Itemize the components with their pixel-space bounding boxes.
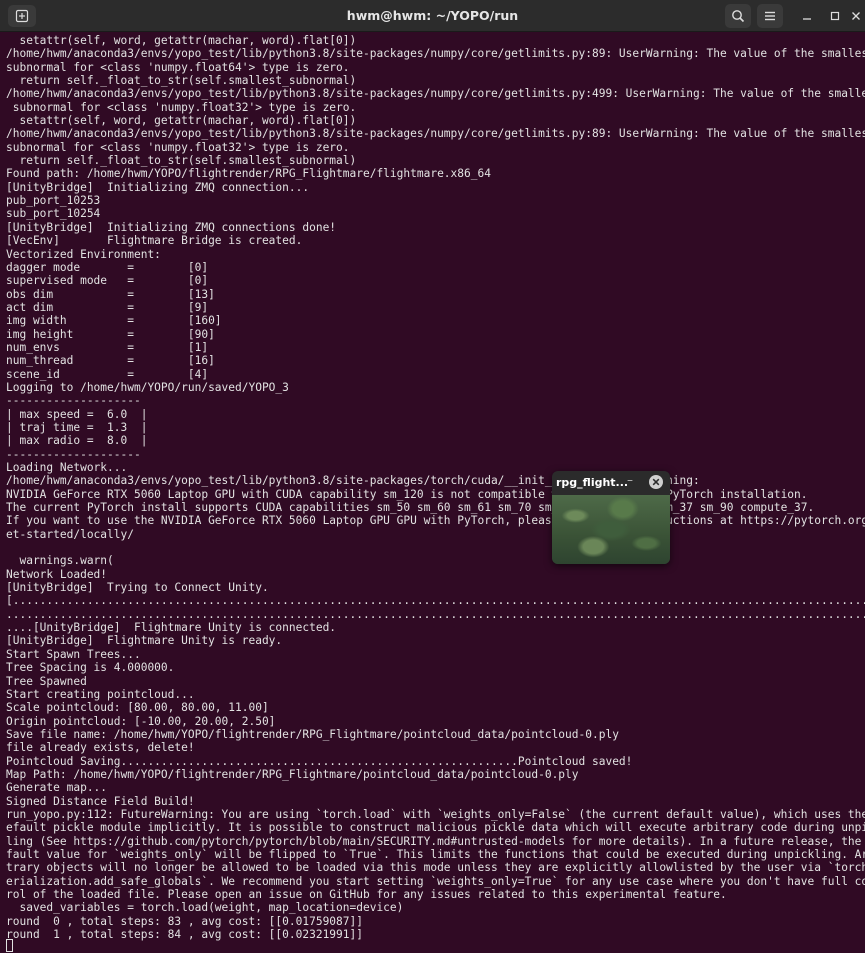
- terminal-line: | max radio = 8.0 |: [6, 434, 148, 448]
- terminal-line: Tree Spawned: [6, 674, 87, 688]
- terminal-line: file already exists, delete!: [6, 741, 195, 755]
- terminal-line: erialization.add_safe_globals`. We recom…: [6, 874, 865, 888]
- terminal-line: --------------------: [6, 394, 141, 408]
- close-button[interactable]: [848, 4, 864, 28]
- terminal-line: Signed Distance Field Build!: [6, 794, 195, 808]
- terminal-line: et-started/locally/: [6, 527, 134, 541]
- terminal-line: pub_port_10253: [6, 194, 101, 208]
- terminal-line: subnormal for <class 'numpy.float32'> ty…: [6, 100, 357, 114]
- terminal-line: ........................................…: [6, 607, 865, 621]
- window-preview-popup[interactable]: rpg_flight... –: [552, 471, 670, 564]
- window-thumbnail: [552, 495, 670, 564]
- terminal-line: rol of the loaded file. Please open an i…: [6, 888, 727, 901]
- terminal-line: | max speed = 6.0 |: [6, 407, 148, 421]
- terminal-line: Tree Spacing is 4.000000.: [6, 661, 175, 675]
- terminal-line: NVIDIA GeForce RTX 5060 Laptop GPU with …: [6, 487, 808, 501]
- window-titlebar: hwm@hwm: ~/YOPO/run: [0, 0, 865, 32]
- terminal-line: Scale pointcloud: [80.00, 80.00, 11.00]: [6, 701, 269, 715]
- terminal-line: ....[UnityBridge] Flightmare Unity is co…: [6, 621, 337, 635]
- terminal-line: trary objects will no longer be allowed …: [6, 861, 865, 875]
- new-tab-button[interactable]: [8, 5, 36, 27]
- terminal-line: Start creating pointcloud...: [6, 687, 195, 701]
- terminal-line: Generate map...: [6, 781, 108, 795]
- terminal-line: setattr(self, word, getattr(machar, word…: [6, 34, 357, 47]
- close-icon: [852, 12, 860, 20]
- menu-button[interactable]: [757, 4, 783, 28]
- terminal-line: efault pickle module implicitly. It is p…: [6, 821, 865, 835]
- terminal-line: img width = [160]: [6, 314, 222, 328]
- terminal-line: [UnityBridge] Trying to Connect Unity.: [6, 581, 269, 595]
- terminal-line: Vectorized Environment:: [6, 247, 161, 261]
- terminal-line: Loading Network...: [6, 461, 128, 474]
- terminal-line: /home/hwm/anaconda3/envs/yopo_test/lib/p…: [6, 87, 865, 101]
- terminal-line: subnormal for <class 'numpy.float64'> ty…: [6, 60, 350, 74]
- terminal-line: Network Loaded!: [6, 567, 108, 581]
- terminal-line: scene_id = [4]: [6, 367, 209, 381]
- popup-close-button[interactable]: [649, 475, 663, 489]
- terminal-line: warnings.warn(: [6, 554, 114, 568]
- terminal-line: [.......................................…: [6, 594, 865, 608]
- terminal-line: Found path: /home/hwm/YOPO/flightrender/…: [6, 167, 491, 181]
- maximize-button[interactable]: [822, 4, 848, 28]
- terminal-cursor: [6, 939, 13, 952]
- terminal-line: return self._float_to_str(self.smallest_…: [6, 154, 357, 168]
- terminal-line: round 1 , total steps: 84 , avg cost: [[…: [6, 928, 363, 942]
- terminal-line: Save file name: /home/hwm/YOPO/flightren…: [6, 727, 619, 741]
- terminal-line: /home/hwm/anaconda3/envs/yopo_test/lib/p…: [6, 474, 700, 488]
- terminal-line: Origin pointcloud: [-10.00, 20.00, 2.50]: [6, 714, 276, 728]
- terminal-line: | traj time = 1.3 |: [6, 420, 148, 434]
- terminal-line: ling (See https://github.com/pytorch/pyt…: [6, 834, 865, 848]
- search-button[interactable]: [725, 4, 751, 28]
- terminal-line: Logging to /home/hwm/YOPO/run/saved/YOPO…: [6, 380, 289, 394]
- terminal-line: Map Path: /home/hwm/YOPO/flightrender/RP…: [6, 767, 579, 781]
- terminal-line: num_envs = [1]: [6, 340, 209, 354]
- terminal-line: The current PyTorch install supports CUD…: [6, 501, 815, 515]
- terminal-line: saved_variables = torch.load(weight, map…: [6, 901, 404, 915]
- terminal-line: run_yopo.py:112: FutureWarning: You are …: [6, 807, 865, 821]
- terminal-line: --------------------: [6, 447, 141, 461]
- terminal-line: /home/hwm/anaconda3/envs/yopo_test/lib/p…: [6, 47, 865, 61]
- terminal-line: setattr(self, word, getattr(machar, word…: [6, 114, 357, 128]
- terminal-output[interactable]: setattr(self, word, getattr(machar, word…: [6, 34, 865, 941]
- terminal-line: subnormal for <class 'numpy.float32'> ty…: [6, 140, 350, 154]
- terminal-line: /home/hwm/anaconda3/envs/yopo_test/lib/p…: [6, 127, 865, 141]
- terminal-line: [UnityBridge] Initializing ZMQ connectio…: [6, 220, 337, 234]
- terminal-line: Pointcloud Saving.......................…: [6, 754, 633, 768]
- terminal-line: return self._float_to_str(self.smallest_…: [6, 74, 357, 88]
- terminal-line: [UnityBridge] Initializing ZMQ connectio…: [6, 180, 310, 194]
- close-circle-icon: [652, 478, 660, 486]
- new-tab-icon: [15, 9, 29, 23]
- terminal-line: supervised mode = [0]: [6, 274, 209, 288]
- terminal-line: [VecEnv] Flightmare Bridge is created.: [6, 234, 303, 248]
- search-icon: [732, 10, 745, 23]
- terminal-line: sub_port_10254: [6, 207, 101, 221]
- terminal-line: dagger mode = [0]: [6, 260, 209, 274]
- terminal-line: obs dim = [13]: [6, 287, 215, 301]
- popup-minimize-button[interactable]: –: [627, 473, 633, 487]
- terminal-line: round 0 , total steps: 83 , avg cost: [[…: [6, 914, 363, 928]
- terminal-line: img height = [90]: [6, 327, 215, 341]
- terminal-line: act dim = [9]: [6, 300, 209, 314]
- terminal-line: [UnityBridge] Flightmare Unity is ready.: [6, 634, 283, 648]
- minimize-icon: [803, 18, 811, 20]
- terminal-line: num_thread = [16]: [6, 354, 215, 368]
- maximize-icon: [830, 11, 840, 21]
- minimize-button[interactable]: [794, 4, 820, 28]
- hamburger-menu-icon: [765, 11, 775, 21]
- terminal-line: Start Spawn Trees...: [6, 647, 141, 661]
- terminal-line: If you want to use the NVIDIA GeForce RT…: [6, 514, 865, 528]
- popup-title: rpg_flight...: [556, 476, 629, 489]
- terminal-line: fault value for `weights_only` will be f…: [6, 847, 865, 861]
